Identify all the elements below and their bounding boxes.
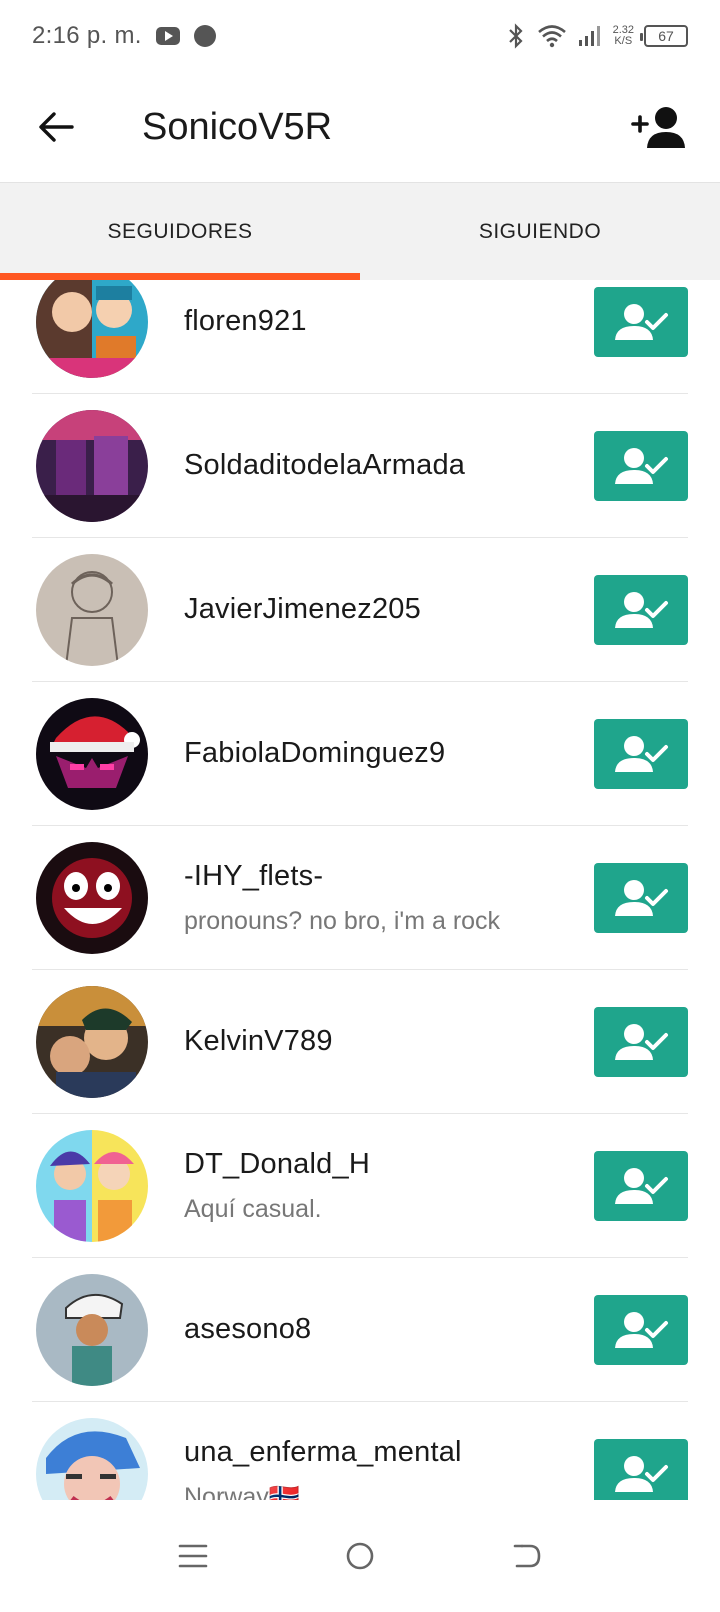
list-item[interactable]: asesono8 — [32, 1258, 688, 1402]
list-item[interactable]: SoldaditodelaArmada — [32, 394, 688, 538]
nav-home-button[interactable] — [330, 1526, 390, 1586]
avatar[interactable] — [36, 985, 148, 1098]
following-button[interactable] — [594, 1006, 688, 1077]
add-user-icon — [631, 107, 685, 148]
user-bio: Norway🇳🇴 — [184, 1482, 300, 1501]
username[interactable]: DT_Donald_H — [184, 1148, 594, 1181]
avatar[interactable] — [36, 409, 148, 522]
user-text: DT_Donald_H Aquí casual. — [184, 1148, 594, 1224]
avatar[interactable] — [36, 1273, 148, 1386]
user-text: una_enferma_mental Norway🇳🇴 — [184, 1436, 594, 1501]
following-button[interactable] — [594, 430, 688, 501]
following-button[interactable] — [594, 1294, 688, 1365]
wifi-icon — [537, 25, 566, 48]
add-user-button[interactable] — [624, 97, 694, 157]
following-button[interactable] — [594, 574, 688, 645]
following-button[interactable] — [594, 1438, 688, 1500]
avatar[interactable] — [36, 697, 148, 810]
user-text: KelvinV789 — [184, 1025, 594, 1058]
status-time: 2:16 p. m. — [32, 22, 142, 49]
user-check-icon — [615, 591, 668, 628]
following-button[interactable] — [594, 1150, 688, 1221]
status-left: 2:16 p. m. — [32, 22, 216, 50]
arrow-left-icon — [39, 112, 74, 142]
user-check-icon — [615, 1455, 668, 1492]
list-item[interactable]: -IHY_flets- pronouns? no bro, i'm a rock — [32, 826, 688, 970]
back-button[interactable] — [26, 97, 86, 157]
user-text: floren921 — [184, 305, 594, 338]
tab-siguiendo[interactable]: SIGUIENDO — [360, 183, 720, 280]
network-speed: 2.32 K/S — [613, 25, 634, 47]
tab-bar: SEGUIDORES SIGUIENDO — [0, 182, 720, 280]
nav-menu-button[interactable] — [163, 1526, 223, 1586]
avatar[interactable] — [36, 553, 148, 666]
list-item[interactable]: KelvinV789 — [32, 970, 688, 1114]
followers-list[interactable]: floren921 SoldaditodelaArmada JavierJime… — [0, 280, 720, 1500]
battery-icon: 67 — [640, 25, 688, 47]
nav-back-button[interactable] — [497, 1526, 557, 1586]
user-bio: Aquí casual. — [184, 1194, 322, 1223]
username[interactable]: SoldaditodelaArmada — [184, 449, 594, 482]
username[interactable]: floren921 — [184, 305, 594, 338]
user-check-icon — [615, 303, 668, 340]
user-check-icon — [615, 735, 668, 772]
youtube-icon — [155, 27, 180, 45]
page-title: SonicoV5R — [142, 105, 333, 148]
user-check-icon — [615, 1311, 668, 1348]
username[interactable]: asesono8 — [184, 1313, 594, 1346]
avatar[interactable] — [36, 1129, 148, 1242]
following-button[interactable] — [594, 862, 688, 933]
following-button[interactable] — [594, 718, 688, 789]
avatar[interactable] — [36, 280, 148, 378]
user-text: SoldaditodelaArmada — [184, 449, 594, 482]
network-speed-unit: K/S — [614, 35, 633, 47]
user-check-icon — [615, 1167, 668, 1204]
bluetooth-icon — [508, 23, 523, 49]
username[interactable]: KelvinV789 — [184, 1025, 594, 1058]
menu-icon — [179, 1544, 208, 1568]
user-text: JavierJimenez205 — [184, 593, 594, 626]
list-item[interactable]: FabiolaDominguez9 — [32, 682, 688, 826]
tab-seguidores[interactable]: SEGUIDORES — [0, 183, 360, 280]
signal-icon — [578, 26, 600, 46]
username[interactable]: FabiolaDominguez9 — [184, 737, 594, 770]
user-check-icon — [615, 879, 668, 916]
status-right: 2.32 K/S 67 — [505, 23, 688, 49]
notification-dot-icon — [193, 25, 216, 47]
user-text: asesono8 — [184, 1313, 594, 1346]
avatar[interactable] — [36, 1417, 148, 1500]
following-button[interactable] — [594, 286, 688, 357]
system-nav-bar — [0, 1500, 720, 1612]
user-check-icon — [615, 1023, 668, 1060]
followers-list-content: floren921 SoldaditodelaArmada JavierJime… — [0, 280, 720, 1500]
avatar[interactable] — [36, 841, 148, 954]
user-text: -IHY_flets- pronouns? no bro, i'm a rock — [184, 860, 594, 936]
user-text: FabiolaDominguez9 — [184, 737, 594, 770]
username[interactable]: -IHY_flets- — [184, 860, 594, 893]
username[interactable]: una_enferma_mental — [184, 1436, 594, 1469]
list-item[interactable]: una_enferma_mental Norway🇳🇴 — [32, 1402, 688, 1500]
username[interactable]: JavierJimenez205 — [184, 593, 594, 626]
list-item[interactable]: floren921 — [32, 280, 688, 394]
user-check-icon — [615, 447, 668, 484]
list-item[interactable]: JavierJimenez205 — [32, 538, 688, 682]
app-bar: SonicoV5R — [0, 72, 720, 182]
list-item[interactable]: DT_Donald_H Aquí casual. — [32, 1114, 688, 1258]
user-bio: pronouns? no bro, i'm a rock — [184, 906, 501, 935]
status-bar: 2:16 p. m. 2.32 K/S 67 — [0, 0, 720, 72]
battery-level: 67 — [658, 28, 674, 44]
back-icon — [513, 1544, 540, 1568]
home-icon — [346, 1542, 374, 1570]
